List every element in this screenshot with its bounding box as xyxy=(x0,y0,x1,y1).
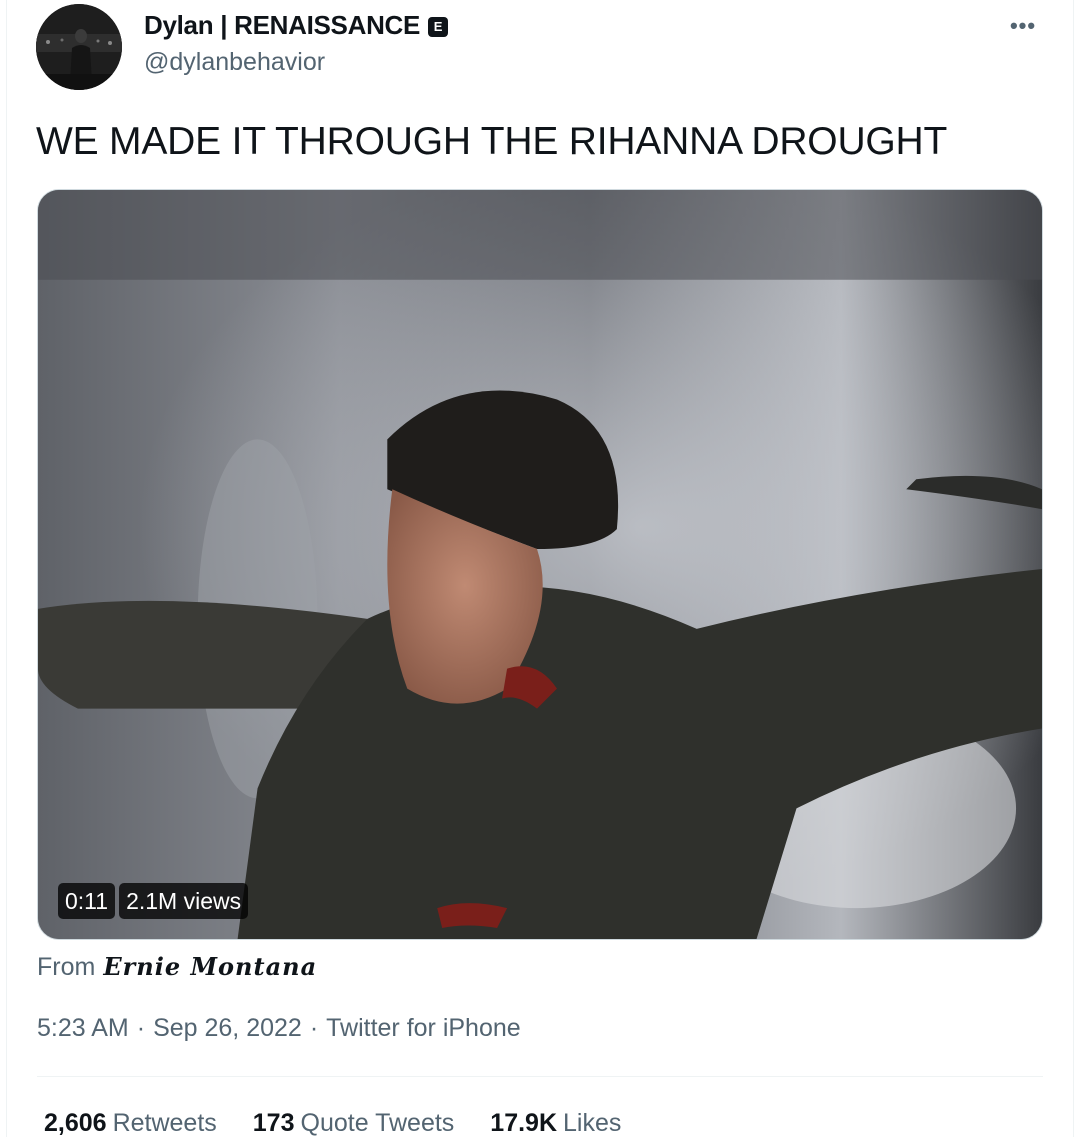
quote-tweets-stat[interactable]: 173 Quote Tweets xyxy=(253,1109,455,1138)
tweet-time[interactable]: 5:23 AM xyxy=(37,1014,129,1043)
retweets-label: Retweets xyxy=(112,1109,217,1137)
tweet-metadata: 5:23 AM · Sep 26, 2022 · Twitter for iPh… xyxy=(37,1014,521,1043)
avatar[interactable] xyxy=(36,4,122,90)
video-badges: 0:11 2.1M views xyxy=(58,883,249,919)
divider xyxy=(37,1076,1043,1077)
video-view-count: 2.1M views xyxy=(119,883,249,919)
avatar-image xyxy=(36,4,122,90)
engagement-stats: 2,606 Retweets 173 Quote Tweets 17.9K Li… xyxy=(44,1109,621,1138)
tweet-card: Dylan | RENAISSANCE E @dylanbehavior •••… xyxy=(6,0,1074,1137)
likes-stat[interactable]: 17.9K Likes xyxy=(490,1109,621,1138)
meta-separator: · xyxy=(309,1014,319,1042)
author-name-row: Dylan | RENAISSANCE E xyxy=(144,10,449,41)
video-source: From Ernie Montana xyxy=(37,952,317,982)
user-handle[interactable]: @dylanbehavior xyxy=(144,48,325,77)
tweet-client[interactable]: Twitter for iPhone xyxy=(326,1014,521,1043)
quote-tweets-label: Quote Tweets xyxy=(300,1109,455,1137)
likes-count: 17.9K xyxy=(490,1109,558,1137)
tweet-date[interactable]: Sep 26, 2022 xyxy=(153,1014,302,1043)
source-prefix: From xyxy=(37,953,96,981)
video-frame xyxy=(38,190,1042,939)
retweets-count: 2,606 xyxy=(44,1109,107,1137)
likes-label: Likes xyxy=(563,1109,622,1137)
meta-separator: · xyxy=(136,1014,146,1042)
video-duration: 0:11 xyxy=(58,883,116,919)
video-player[interactable]: 0:11 2.1M views xyxy=(37,189,1043,940)
retweets-stat[interactable]: 2,606 Retweets xyxy=(44,1109,217,1138)
quote-tweets-count: 173 xyxy=(252,1109,295,1137)
source-name-link[interactable]: Ernie Montana xyxy=(103,952,317,981)
tweet-text: WE MADE IT THROUGH THE RIHANNA DROUGHT xyxy=(36,120,948,163)
display-name[interactable]: Dylan | RENAISSANCE xyxy=(144,10,420,41)
badge-icon: E xyxy=(428,16,449,37)
more-options-icon[interactable]: ••• xyxy=(1003,10,1043,42)
